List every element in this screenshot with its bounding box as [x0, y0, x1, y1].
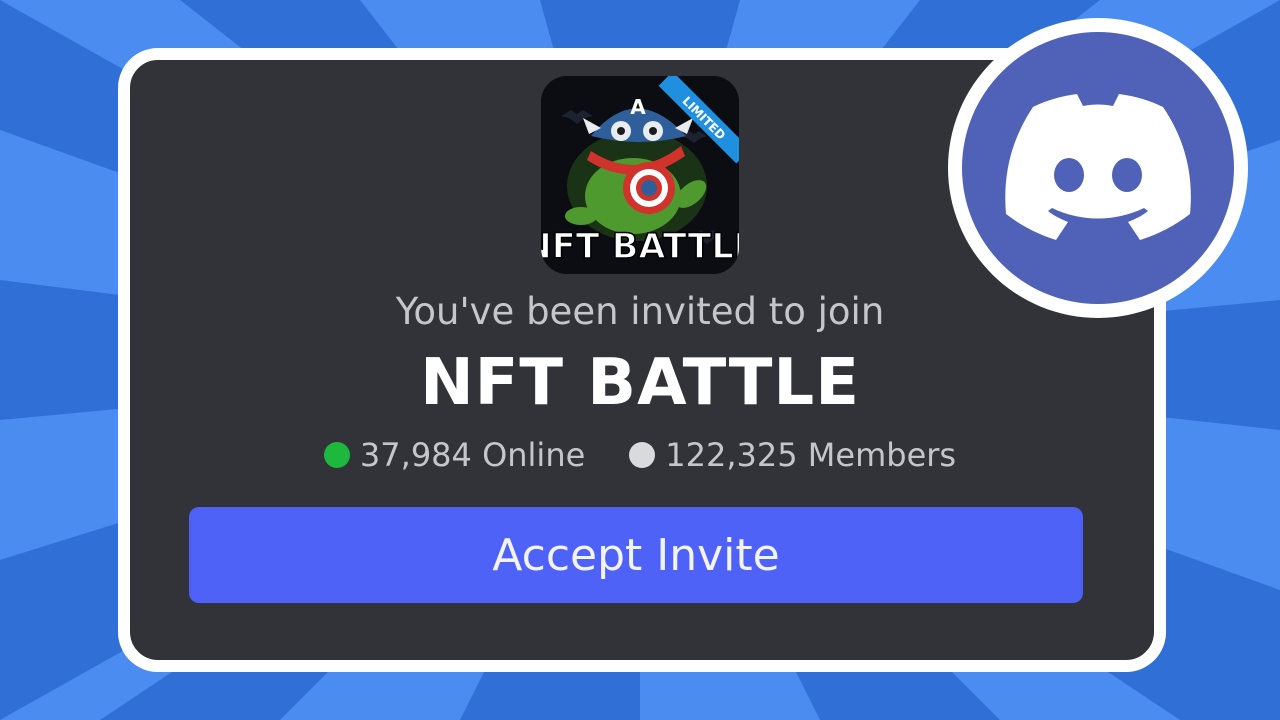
accept-invite-button[interactable]: Accept Invite — [189, 507, 1083, 603]
server-stats: 37,984 Online 122,325 Members — [0, 436, 1280, 474]
members-status-dot — [629, 442, 656, 468]
online-status-dot — [323, 442, 350, 468]
server-logo-text: NFT BATTLE — [541, 227, 739, 267]
discord-logo-icon — [962, 32, 1234, 304]
online-stat: 37,984 Online — [323, 436, 586, 474]
member-count: 122,325 Members — [665, 436, 957, 474]
server-name: NFT BATTLE — [420, 346, 860, 420]
server-icon: A NFT BATTLE LIMITED — [541, 76, 739, 274]
discord-logo-badge — [948, 18, 1248, 318]
thumbnail-stage: A NFT BATTLE LIMITED You've been invited… — [0, 0, 1280, 720]
helmet-letter: A — [630, 95, 646, 119]
online-count: 37,984 Online — [359, 436, 586, 474]
members-stat: 122,325 Members — [629, 436, 956, 474]
